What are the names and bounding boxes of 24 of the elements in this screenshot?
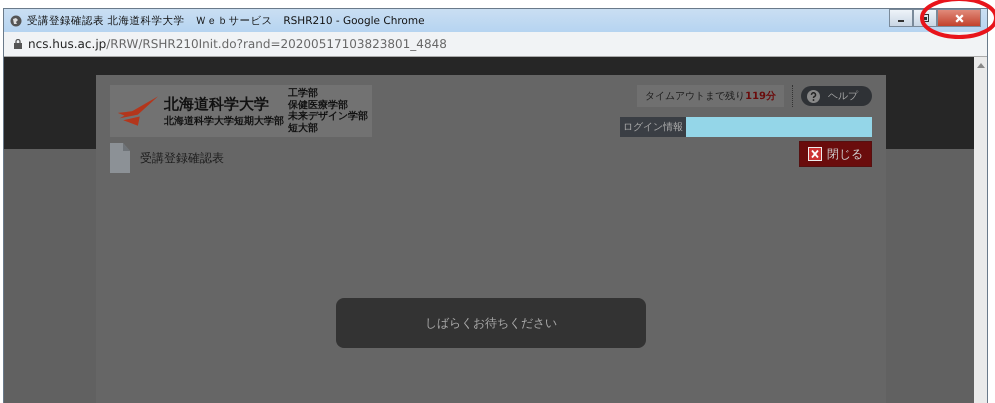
close-page-button[interactable]: 閉じる <box>799 141 872 167</box>
question-icon <box>807 90 820 102</box>
close-box-icon <box>808 147 822 161</box>
window-title: 受講登録確認表 北海道科学大学 Ｗｅｂサービス RSHR210 - Google Chrome <box>27 14 425 28</box>
document-icon <box>110 143 130 173</box>
logo-subname: 北海道科学大学短期大学部 <box>164 114 284 128</box>
lock-icon <box>14 39 22 49</box>
globe-icon <box>10 14 22 26</box>
close-button[interactable] <box>937 9 981 27</box>
close-icon <box>954 12 964 24</box>
faculty-name: 保健医療学部 <box>288 100 349 110</box>
minimize-icon <box>898 20 904 22</box>
login-label: ログイン情報 <box>620 117 686 137</box>
loading-message: しばらくお待ちください <box>336 298 646 348</box>
minimize-button[interactable] <box>889 9 913 27</box>
page-title: 受講登録確認表 <box>140 150 224 166</box>
scroll-up-arrow-icon[interactable] <box>976 62 984 68</box>
help-button[interactable]: ヘルプ <box>801 86 872 106</box>
timeout-notice: タイムアウトまで残り 119分 <box>637 85 784 107</box>
logo-name: 北海道科学大学 <box>164 94 270 114</box>
faculty-name: 未来デザイン学部 <box>288 111 368 122</box>
url-text: ncs.hus.ac.jp/RRW/RSHR210Init.do?rand=20200517103823801_4848 <box>28 37 447 51</box>
faculty-name: 工学部 <box>288 88 319 100</box>
faculty-name: 短大部 <box>288 122 319 134</box>
